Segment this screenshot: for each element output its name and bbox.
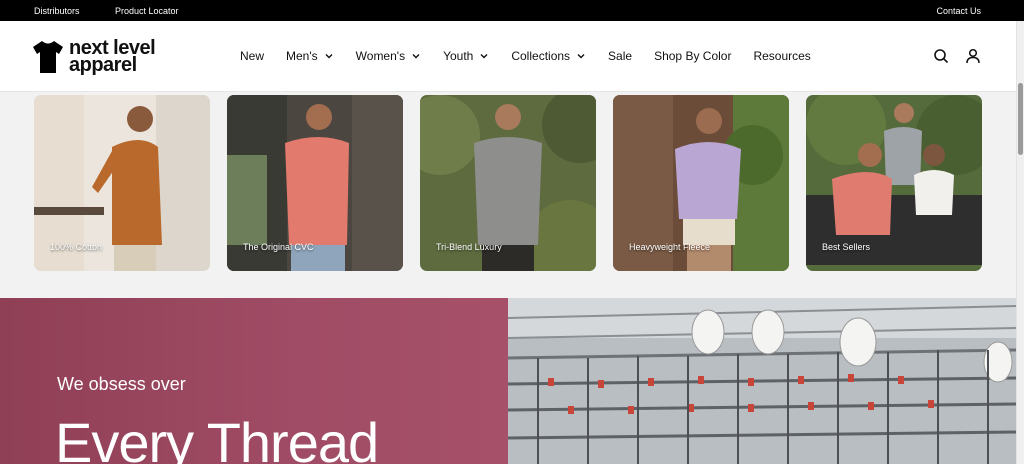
utility-bar: Distributors Product Locator Contact Us	[0, 0, 1024, 21]
hero-kicker: We obsess over	[57, 374, 186, 394]
category-label: Tri-Blend Luxury	[436, 242, 502, 252]
nav-sale[interactable]: Sale	[608, 49, 632, 63]
nav-collections[interactable]: Collections	[511, 49, 586, 63]
category-label: 100% Cotton	[50, 242, 103, 252]
chevron-down-icon	[325, 54, 333, 59]
nav-label: Youth	[443, 49, 474, 63]
site-header: next level apparel New Men's Women's You…	[0, 21, 1016, 92]
main-nav: New Men's Women's Youth Collections Sale…	[240, 49, 833, 63]
nav-label: Resources	[753, 49, 811, 63]
category-grid: 100% Cotton The Original CVC Tri-Blend L…	[34, 95, 999, 271]
category-label: Heavyweight Fleece	[629, 242, 711, 252]
page-scrollbar[interactable]	[1016, 21, 1024, 464]
chevron-down-icon	[412, 54, 420, 59]
nav-youth[interactable]: Youth	[443, 49, 489, 63]
chevron-down-icon	[480, 54, 488, 59]
hero-banner: We obsess over Every Thread	[0, 298, 1016, 464]
brand-logo[interactable]: next level apparel	[33, 35, 173, 79]
brand-wordmark: next level apparel	[69, 38, 156, 76]
category-card-cotton[interactable]: 100% Cotton	[34, 95, 210, 271]
nav-label: Collections	[511, 49, 571, 63]
hero-image	[508, 298, 1016, 464]
contact-us-link[interactable]: Contact Us	[936, 6, 981, 16]
hero-text-panel: We obsess over Every Thread	[0, 298, 508, 464]
category-label: Best Sellers	[822, 242, 871, 252]
search-icon[interactable]	[933, 48, 949, 64]
nav-label: Sale	[608, 49, 633, 63]
nav-resources[interactable]: Resources	[753, 49, 810, 63]
chevron-down-icon	[577, 54, 585, 59]
scrollbar-thumb[interactable]	[1018, 83, 1023, 155]
brand-line-2: apparel	[69, 54, 137, 76]
distributors-link[interactable]: Distributors	[34, 6, 80, 16]
nav-label: Women's	[355, 49, 406, 63]
nav-womens[interactable]: Women's	[356, 49, 421, 63]
spinning-machine-image	[508, 298, 1016, 464]
category-card-fleece[interactable]: Heavyweight Fleece	[613, 95, 789, 271]
category-card-best-sellers[interactable]: Best Sellers	[806, 95, 982, 271]
account-icon[interactable]	[965, 48, 981, 64]
nav-label: Men's	[286, 49, 318, 63]
category-card-cvc[interactable]: The Original CVC	[227, 95, 403, 271]
category-label: The Original CVC	[243, 242, 314, 252]
category-card-triblend[interactable]: Tri-Blend Luxury	[420, 95, 596, 271]
nav-mens[interactable]: Men's	[286, 49, 334, 63]
tshirt-icon	[33, 41, 63, 73]
nav-new[interactable]: New	[240, 49, 264, 63]
hero-headline: Every Thread	[55, 411, 379, 464]
nav-shop-by-color[interactable]: Shop By Color	[654, 49, 731, 63]
nav-label: Shop By Color	[654, 49, 732, 63]
product-locator-link[interactable]: Product Locator	[115, 6, 179, 16]
nav-label: New	[240, 49, 265, 63]
